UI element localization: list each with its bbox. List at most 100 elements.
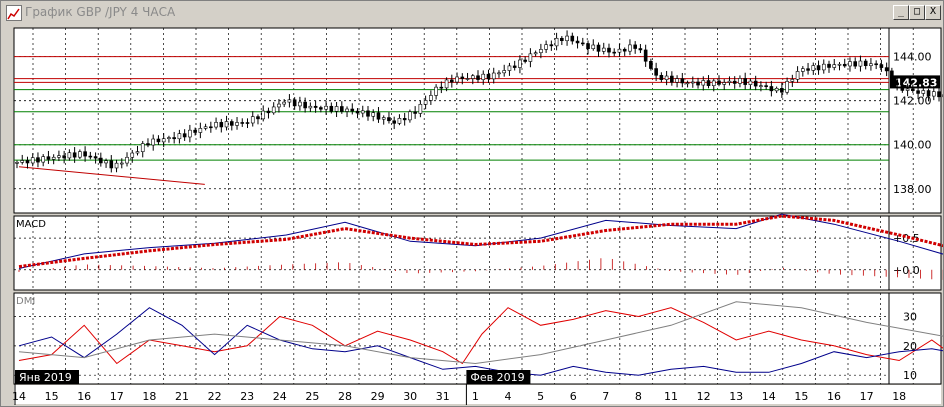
candle-body (402, 118, 407, 121)
candle-body (921, 90, 926, 94)
candle-body (701, 80, 706, 86)
candle-body (88, 155, 93, 158)
candle-body (376, 112, 381, 120)
date-marker-label: Фев 2019 (470, 371, 524, 384)
candle-body (842, 63, 847, 67)
x-tick-label: 28 (338, 390, 352, 403)
x-tick-label: 13 (729, 390, 743, 403)
candle-body (832, 64, 837, 68)
candle-body (83, 151, 87, 157)
candle-body (25, 160, 30, 164)
candle-body (869, 63, 873, 67)
candle-body (853, 61, 858, 67)
x-tick-label: 29 (371, 390, 385, 403)
x-tick-label: 25 (305, 390, 319, 403)
candle-body (177, 133, 182, 140)
candle-body (41, 156, 45, 163)
price-tick-label: 140.00 (893, 139, 932, 152)
chart-window: График GBP /JPY 4 ЧАСА _ □ X 14 15 16 17 18 2… (0, 0, 944, 407)
candle-body (591, 44, 596, 50)
candle-body (664, 75, 669, 80)
candle-body (570, 35, 575, 42)
candle-body (229, 121, 234, 126)
candle-body (319, 107, 323, 110)
candle-body (203, 126, 208, 129)
candle-body (544, 44, 548, 50)
x-tick-label: 24 (273, 390, 287, 403)
candle-body (580, 42, 585, 45)
candle-body (193, 129, 197, 133)
candle-body (408, 111, 412, 121)
candle-body (240, 122, 245, 124)
candle-body (151, 138, 156, 146)
candle-body (911, 88, 915, 91)
candle-body (366, 110, 370, 117)
x-tick-label: 1 (472, 390, 479, 403)
x-tick-label: 22 (208, 390, 222, 403)
candle-body (329, 105, 334, 112)
candle-body (811, 65, 816, 71)
candle-body (465, 78, 470, 80)
candle-body (848, 61, 852, 67)
candle-body (444, 79, 449, 89)
candle-body (596, 44, 601, 52)
candle-body (72, 152, 77, 158)
candle-body (292, 99, 297, 107)
candle-body (879, 64, 884, 68)
candle-body (764, 85, 768, 87)
x-tick-label: 15 (45, 390, 59, 403)
candle-body (36, 157, 40, 163)
macd-tick-label: +0.0 (893, 264, 920, 277)
candle-body (711, 80, 716, 86)
candle-body (125, 156, 129, 164)
candle-body (104, 160, 108, 164)
candle-body (51, 156, 56, 160)
candle-body (188, 129, 192, 138)
candle-body (308, 105, 313, 109)
candle-body (586, 43, 590, 50)
chart-area: 14 15 16 17 18 21 22 23 24 25 28 29 30 31 1 4 5 6 7 8 11 12 13… (12, 27, 943, 405)
candle-body (827, 63, 831, 68)
x-tick-label: 7 (602, 390, 609, 403)
candle-body (418, 103, 423, 114)
candle-body (507, 65, 512, 71)
candle-body (277, 103, 281, 108)
candle-body (271, 106, 276, 114)
candle-body (523, 59, 527, 62)
candle-body (628, 44, 632, 52)
candle-body (209, 126, 213, 129)
candle-body (340, 106, 344, 112)
x-tick-label: 31 (436, 390, 450, 403)
candle-body (350, 108, 355, 112)
candle-body (601, 47, 606, 52)
x-tick-label: 18 (892, 390, 906, 403)
price-tick-label: 144.00 (893, 51, 932, 64)
candle-body (837, 63, 842, 66)
price-tick-label: 142.00 (893, 95, 932, 108)
candle-body (549, 44, 554, 47)
candle-body (874, 63, 878, 66)
candle-body (313, 105, 318, 108)
candle-body (512, 65, 517, 68)
candle-body (167, 137, 171, 139)
candle-body (67, 152, 72, 159)
candle-body (780, 88, 784, 93)
candle-body (434, 86, 438, 96)
candle-body (439, 86, 444, 89)
candle-body (497, 72, 501, 75)
candle-body (392, 120, 396, 124)
x-tick-label: 18 (142, 390, 156, 403)
candle-body (397, 118, 402, 124)
candle-body (890, 70, 894, 84)
date-marker-label: Янв 2019 (19, 371, 72, 384)
candle-body (905, 88, 910, 91)
candle-body (863, 60, 868, 67)
candle-body (691, 81, 695, 84)
candle-body (93, 156, 98, 159)
price-panel (13, 27, 890, 214)
candle-body (287, 99, 292, 103)
candle-body (470, 75, 475, 79)
candle-body (722, 82, 727, 85)
candle-body (381, 117, 386, 120)
candle-body (130, 152, 135, 158)
